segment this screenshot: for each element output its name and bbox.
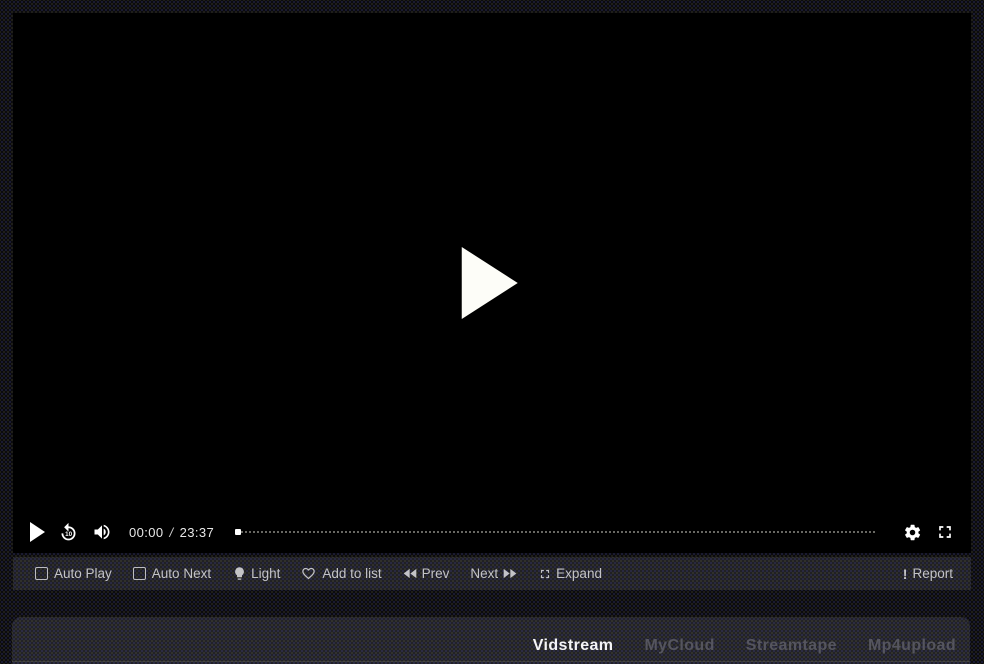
double-left-icon bbox=[403, 567, 419, 580]
lightbulb-icon bbox=[232, 566, 247, 581]
double-right-icon bbox=[501, 567, 517, 580]
seek-track bbox=[241, 531, 876, 533]
auto-play-label: Auto Play bbox=[54, 566, 112, 581]
auto-next-label: Auto Next bbox=[152, 566, 211, 581]
server-vidstream[interactable]: Vidstream bbox=[533, 637, 614, 655]
auto-next-toggle[interactable]: Auto Next bbox=[133, 566, 211, 581]
expand-label: Expand bbox=[556, 566, 602, 581]
server-mp4upload[interactable]: Mp4upload bbox=[868, 637, 956, 655]
time-display: 00:00 / 23:37 bbox=[129, 525, 214, 540]
expand-button[interactable]: Expand bbox=[538, 566, 602, 581]
servers-panel: Vidstream MyCloud Streamtape Mp4upload bbox=[12, 617, 970, 664]
play-icon bbox=[30, 522, 45, 542]
checkbox-icon[interactable] bbox=[133, 567, 146, 580]
checkbox-icon[interactable] bbox=[35, 567, 48, 580]
gear-icon bbox=[903, 523, 922, 542]
report-button[interactable]: ! Report bbox=[903, 566, 953, 582]
video-player: 10 00:00 / 23:37 bbox=[13, 13, 971, 553]
replay-10-icon: 10 bbox=[58, 522, 79, 543]
volume-button[interactable] bbox=[92, 522, 112, 542]
expand-icon bbox=[538, 567, 552, 581]
auto-play-toggle[interactable]: Auto Play bbox=[35, 566, 112, 581]
light-toggle[interactable]: Light bbox=[232, 566, 280, 581]
seek-knob[interactable] bbox=[235, 529, 241, 535]
prev-label: Prev bbox=[422, 566, 450, 581]
player-controlbar: 10 00:00 / 23:37 bbox=[13, 511, 971, 553]
exclamation-icon: ! bbox=[903, 566, 908, 582]
next-episode-button[interactable]: Next bbox=[470, 566, 517, 581]
prev-episode-button[interactable]: Prev bbox=[403, 566, 450, 581]
next-label: Next bbox=[470, 566, 498, 581]
add-to-list-button[interactable]: Add to list bbox=[301, 566, 381, 581]
page: 10 00:00 / 23:37 bbox=[0, 0, 984, 664]
player-toolbar: Auto Play Auto Next Light Add to list Pr… bbox=[13, 557, 971, 590]
server-mycloud[interactable]: MyCloud bbox=[644, 637, 714, 655]
duration: 23:37 bbox=[180, 525, 215, 540]
time-separator: / bbox=[170, 525, 174, 540]
heart-icon bbox=[301, 566, 316, 581]
play-button[interactable] bbox=[30, 522, 45, 542]
seek-bar[interactable] bbox=[235, 526, 876, 538]
settings-button[interactable] bbox=[903, 523, 922, 542]
panel-divider bbox=[12, 661, 970, 662]
rewind-10-button[interactable]: 10 bbox=[58, 522, 79, 543]
fullscreen-button[interactable] bbox=[935, 522, 955, 542]
big-play-button[interactable] bbox=[462, 247, 518, 319]
server-streamtape[interactable]: Streamtape bbox=[746, 637, 837, 655]
fullscreen-icon bbox=[935, 522, 955, 542]
volume-icon bbox=[92, 522, 112, 542]
report-label: Report bbox=[912, 566, 953, 581]
svg-text:10: 10 bbox=[65, 531, 73, 538]
light-label: Light bbox=[251, 566, 280, 581]
current-time: 00:00 bbox=[129, 525, 164, 540]
add-to-list-label: Add to list bbox=[322, 566, 381, 581]
